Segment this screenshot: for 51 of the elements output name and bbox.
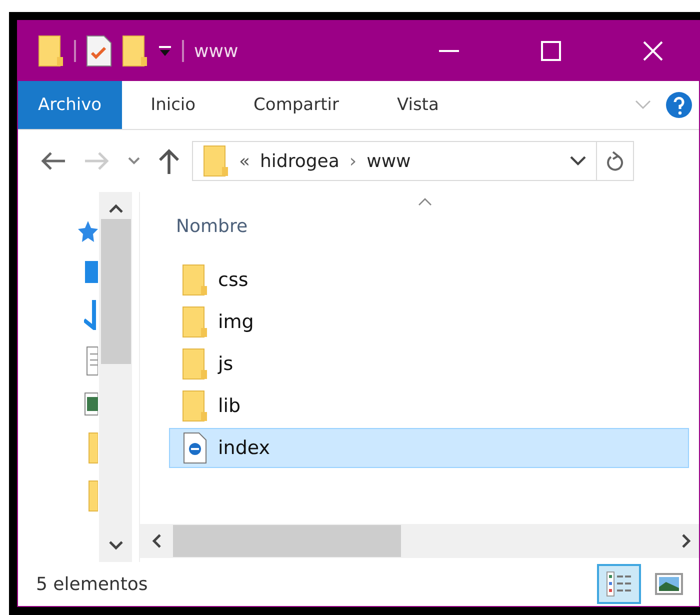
properties-icon[interactable] [86, 35, 112, 67]
column-header[interactable]: Nombre [176, 216, 248, 236]
breadcrumb-item[interactable]: www [366, 150, 411, 172]
back-arrow-icon[interactable] [40, 151, 66, 171]
file-item[interactable]: index [169, 428, 689, 468]
minimize-icon [439, 50, 459, 52]
scrollbar-thumb[interactable] [100, 219, 130, 364]
folder-icon [182, 348, 208, 380]
breadcrumb-item[interactable]: hidrogea [260, 150, 340, 172]
ribbon-tab[interactable]: Inicio [122, 81, 225, 129]
file-item[interactable]: lib [169, 386, 689, 426]
details-view-icon [604, 569, 634, 599]
window-title: www [194, 40, 238, 62]
scroll-up-icon[interactable] [108, 204, 122, 213]
scroll-left-icon[interactable] [152, 534, 161, 548]
help-icon[interactable] [665, 91, 693, 119]
refresh-icon [606, 151, 624, 171]
sort-ascending-icon[interactable] [418, 198, 432, 206]
web-page-icon [182, 432, 208, 464]
vertical-scrollbar[interactable] [99, 192, 132, 562]
folder-icon [203, 145, 229, 177]
chevron-down-icon[interactable] [570, 156, 586, 166]
scroll-right-icon[interactable] [682, 534, 691, 548]
file-item[interactable]: js [169, 344, 689, 384]
thumbnails-view-icon [654, 571, 684, 597]
refresh-button[interactable] [596, 141, 634, 181]
document-icon[interactable] [86, 346, 98, 376]
folder-icon [182, 264, 208, 296]
folder-icon[interactable] [38, 35, 64, 67]
status-text: 5 elementos [36, 574, 148, 594]
overflow-chevron[interactable]: « [239, 150, 250, 172]
file-item[interactable]: img [169, 302, 689, 342]
close-icon [643, 41, 663, 61]
desktop-icon[interactable] [84, 260, 98, 284]
ribbon-tab[interactable]: Vista [368, 81, 468, 129]
customize-dropdown-icon[interactable] [158, 44, 172, 58]
view-button[interactable] [597, 564, 641, 604]
folder-icon [182, 306, 208, 338]
ribbon-tab[interactable]: Compartir [224, 81, 368, 129]
image-icon[interactable] [84, 392, 98, 416]
folder-icon [182, 390, 208, 422]
up-arrow-icon[interactable] [158, 148, 180, 174]
horizontal-scrollbar[interactable] [140, 524, 699, 558]
file-item[interactable]: css [169, 260, 689, 300]
folder-icon[interactable] [122, 35, 148, 67]
maximize-icon [541, 41, 561, 61]
ribbon-tab[interactable]: Archivo [18, 81, 122, 129]
scroll-down-icon[interactable] [108, 541, 122, 550]
address-bar[interactable]: « hidrogea › www [192, 141, 597, 181]
breadcrumb-separator[interactable]: › [349, 150, 357, 172]
scrollbar-thumb[interactable] [173, 525, 401, 557]
